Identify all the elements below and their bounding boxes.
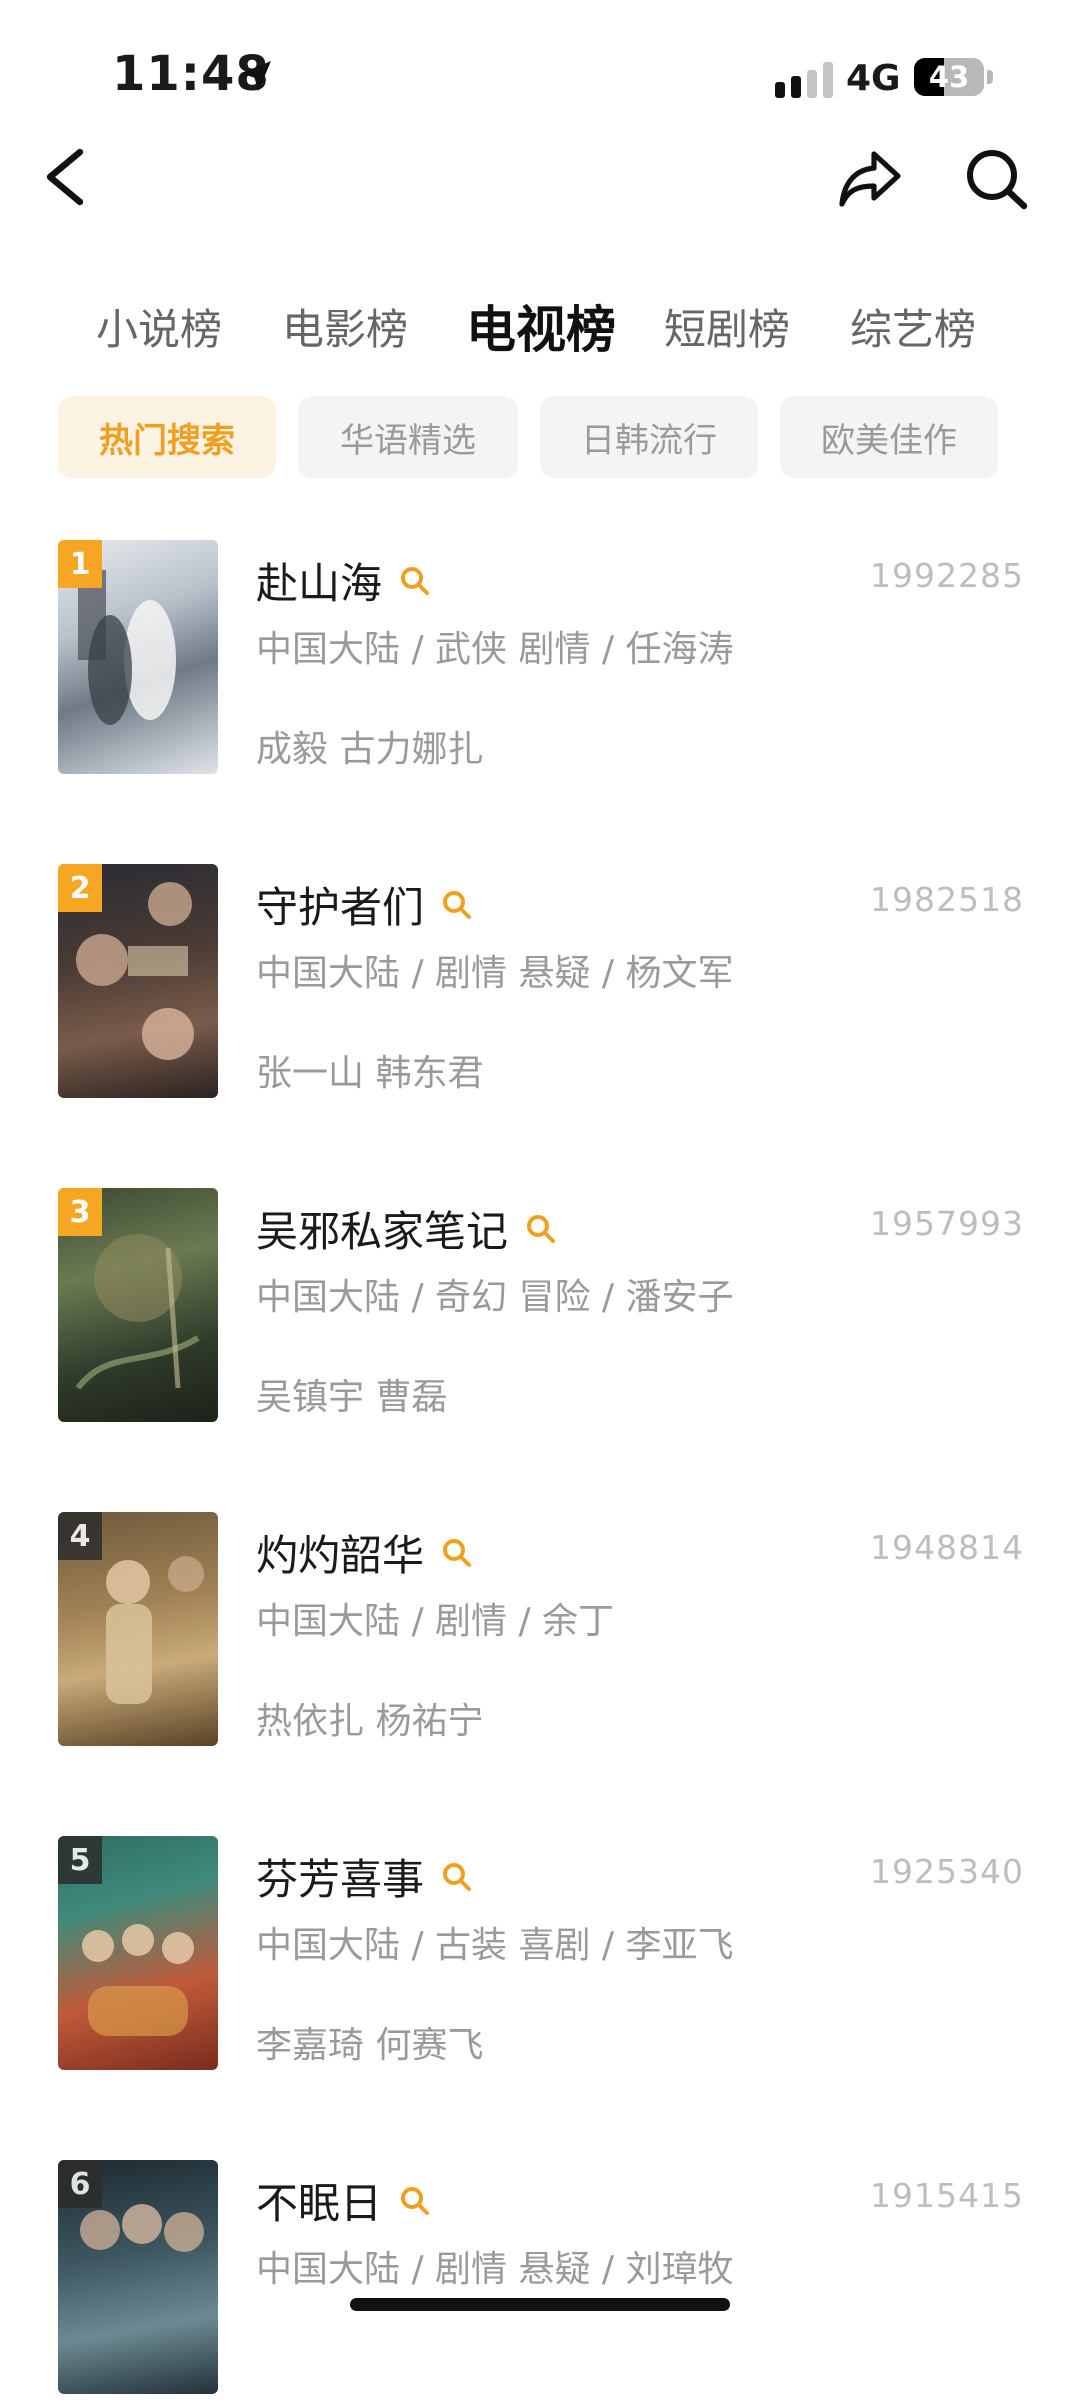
item-meta: 中国大陆 / 武侠 剧情 / 任海涛 — [256, 629, 734, 670]
item-meta: 中国大陆 / 剧情 悬疑 / 杨文军 — [256, 953, 734, 994]
search-icon[interactable] — [398, 564, 432, 598]
battery-level: 43 — [928, 60, 970, 94]
search-icon[interactable] — [440, 1536, 474, 1570]
item-cast: 李嘉琦 何赛飞 — [256, 2025, 484, 2066]
rank-badge: 1 — [58, 540, 102, 588]
item-title[interactable]: 赴山海 — [256, 550, 382, 611]
hot-score: 1957993 — [870, 1204, 1024, 1243]
item-cast: 吴镇宇 曹磊 — [256, 1377, 448, 1418]
item-cast: 成毅 古力娜扎 — [256, 729, 484, 770]
list-item[interactable]: 1 赴山海 1992285 中国大陆 / 武侠 剧情 / 任海涛 成毅 古力娜扎 — [0, 540, 1080, 780]
chip-western[interactable]: 欧美佳作 — [780, 396, 998, 478]
item-cast: 张一山 韩东君 — [256, 1053, 484, 1094]
poster-image[interactable]: 3 — [58, 1188, 218, 1422]
list-item[interactable]: 3 吴邪私家笔记 1957993 中国大陆 / 奇幻 冒险 / 潘安子 吴镇宇 … — [0, 1188, 1080, 1428]
search-icon[interactable] — [524, 1212, 558, 1246]
item-meta: 中国大陆 / 奇幻 冒险 / 潘安子 — [256, 1277, 734, 1318]
status-bar: 11:48 4G 43 — [0, 0, 1080, 130]
search-icon[interactable] — [398, 2184, 432, 2218]
hot-score: 1915415 — [870, 2176, 1024, 2215]
hot-score: 1948814 — [870, 1528, 1024, 1567]
search-icon[interactable] — [440, 888, 474, 922]
back-button[interactable] — [40, 148, 90, 206]
tab-short-drama[interactable]: 短剧榜 — [664, 290, 790, 370]
poster-image[interactable]: 2 — [58, 864, 218, 1098]
title-row: 守护者们 — [256, 874, 474, 935]
poster-image[interactable]: 5 — [58, 1836, 218, 2070]
hot-score: 1982518 — [870, 880, 1024, 919]
title-row: 不眠日 — [256, 2170, 432, 2231]
item-title[interactable]: 吴邪私家笔记 — [256, 1198, 508, 1259]
tab-novel[interactable]: 小说榜 — [96, 290, 222, 370]
title-row: 吴邪私家笔记 — [256, 1198, 558, 1259]
item-cast: 热依扎 杨祐宁 — [256, 1701, 484, 1742]
tab-variety[interactable]: 综艺榜 — [850, 290, 976, 370]
hot-score: 1992285 — [870, 556, 1024, 595]
list-item[interactable]: 2 守护者们 1982518 中国大陆 / 剧情 悬疑 / 杨文军 张一山 韩东… — [0, 864, 1080, 1104]
item-title[interactable]: 灼灼韶华 — [256, 1522, 424, 1583]
hot-score: 1925340 — [870, 1852, 1024, 1891]
tabs-fade-right — [1020, 290, 1080, 370]
item-title[interactable]: 不眠日 — [256, 2170, 382, 2231]
rank-badge: 2 — [58, 864, 102, 912]
rank-badge: 4 — [58, 1512, 102, 1560]
title-row: 芬芳喜事 — [256, 1846, 474, 1907]
title-row: 赴山海 — [256, 550, 432, 611]
item-title[interactable]: 守护者们 — [256, 874, 424, 935]
item-meta: 中国大陆 / 剧情 / 余丁 — [256, 1601, 615, 1642]
share-button[interactable] — [836, 148, 904, 210]
item-title[interactable]: 芬芳喜事 — [256, 1846, 424, 1907]
item-meta: 中国大陆 / 剧情 悬疑 / 刘璋牧 — [256, 2249, 734, 2290]
title-row: 灼灼韶华 — [256, 1522, 474, 1583]
list-item[interactable]: 5 芬芳喜事 1925340 中国大陆 / 古装 喜剧 / 李亚飞 李嘉琦 何赛… — [0, 1836, 1080, 2076]
filter-chips: 热门搜索 华语精选 日韩流行 欧美佳作 — [0, 396, 1080, 478]
list-item[interactable]: 6 不眠日 1915415 中国大陆 / 剧情 悬疑 / 刘璋牧 — [0, 2160, 1080, 2400]
chip-chinese[interactable]: 华语精选 — [298, 396, 518, 478]
battery-cap — [987, 70, 993, 84]
tab-tv[interactable]: 电视榜 — [466, 290, 616, 370]
tabs-fade-left — [0, 290, 60, 370]
chip-hot-search[interactable]: 热门搜索 — [58, 396, 276, 478]
home-indicator — [350, 2298, 730, 2311]
network-type: 4G — [846, 58, 901, 99]
poster-image[interactable]: 6 — [58, 2160, 218, 2394]
signal-icon — [775, 62, 833, 98]
battery-icon: 43 — [914, 58, 984, 96]
search-button[interactable] — [962, 146, 1032, 212]
poster-image[interactable]: 1 — [58, 540, 218, 774]
location-arrow-icon — [241, 61, 271, 91]
search-icon[interactable] — [440, 1860, 474, 1894]
item-meta: 中国大陆 / 古装 喜剧 / 李亚飞 — [256, 1925, 734, 1966]
rank-badge: 3 — [58, 1188, 102, 1236]
chip-jp-kr[interactable]: 日韩流行 — [540, 396, 758, 478]
poster-image[interactable]: 4 — [58, 1512, 218, 1746]
rank-badge: 6 — [58, 2160, 102, 2208]
category-tabs: ▏ 小说榜 电影榜 电视榜 短剧榜 综艺榜 — [0, 290, 1080, 370]
rank-badge: 5 — [58, 1836, 102, 1884]
tab-movie[interactable]: 电影榜 — [282, 290, 408, 370]
list-item[interactable]: 4 灼灼韶华 1948814 中国大陆 / 剧情 / 余丁 热依扎 杨祐宁 — [0, 1512, 1080, 1752]
